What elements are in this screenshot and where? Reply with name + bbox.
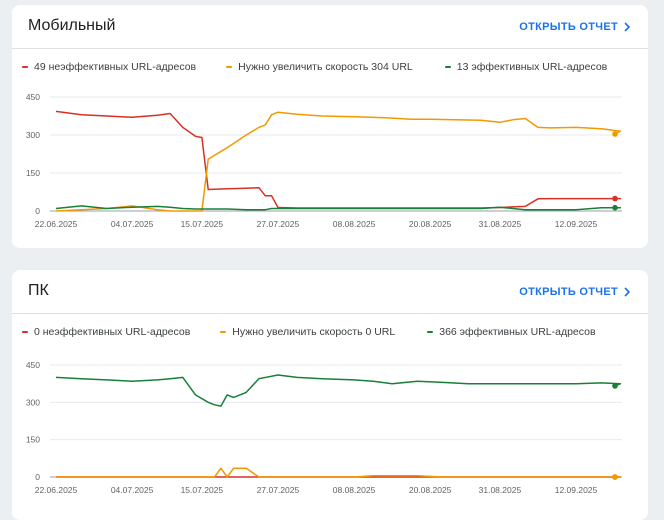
x-tick-label: 22.06.2025 — [35, 219, 78, 229]
x-tick-label: 15.07.2025 — [181, 485, 224, 495]
series-end-point — [612, 195, 618, 202]
x-tick-label: 20.08.2025 — [409, 219, 452, 229]
x-tick-label: 04.07.2025 — [111, 219, 154, 229]
y-tick-label: 150 — [26, 168, 40, 178]
x-tick-label: 31.08.2025 — [479, 219, 522, 229]
x-tick-label: 08.08.2025 — [333, 219, 376, 229]
y-tick-label: 300 — [26, 130, 40, 140]
series-line — [55, 374, 622, 407]
x-tick-label: 12.09.2025 — [555, 485, 598, 495]
x-tick-label: 20.08.2025 — [409, 485, 452, 495]
x-tick-label: 22.06.2025 — [35, 485, 78, 495]
y-tick-label: 450 — [26, 360, 40, 370]
y-tick-label: 450 — [26, 92, 40, 102]
x-tick-label: 15.07.2025 — [181, 219, 224, 229]
series-end-point — [612, 383, 618, 389]
mobile-line-chart: 0 150 300 450 22.06.2025 04.07.2025 15.07.2025… — [26, 92, 622, 229]
x-tick-label: 08.08.2025 — [333, 485, 376, 495]
x-tick-label: 27.07.2025 — [257, 485, 300, 495]
x-tick-label: 12.09.2025 — [555, 219, 598, 229]
x-tick-label: 04.07.2025 — [111, 485, 154, 495]
y-tick-label: 300 — [26, 397, 40, 407]
series-end-point — [612, 474, 618, 480]
series-end-point — [612, 204, 618, 211]
series-line — [55, 111, 622, 212]
y-tick-label: 0 — [35, 472, 40, 482]
series-end-point — [612, 131, 618, 137]
x-tick-label: 27.07.2025 — [257, 219, 300, 229]
pc-card: ПК ОТКРЫТЬ ОТЧЕТ 0 неэффективных URL-адр… — [12, 270, 648, 520]
mobile-card: Мобильный ОТКРЫТЬ ОТЧЕТ 49 неэффективных… — [12, 5, 648, 248]
y-tick-label: 150 — [26, 435, 40, 445]
x-tick-label: 31.08.2025 — [479, 485, 522, 495]
series-line — [56, 467, 622, 478]
pc-line-chart: 0 150 300 450 22.06.2025 04.07.2025 15.07.2025… — [26, 360, 622, 495]
y-tick-label: 0 — [35, 206, 40, 216]
